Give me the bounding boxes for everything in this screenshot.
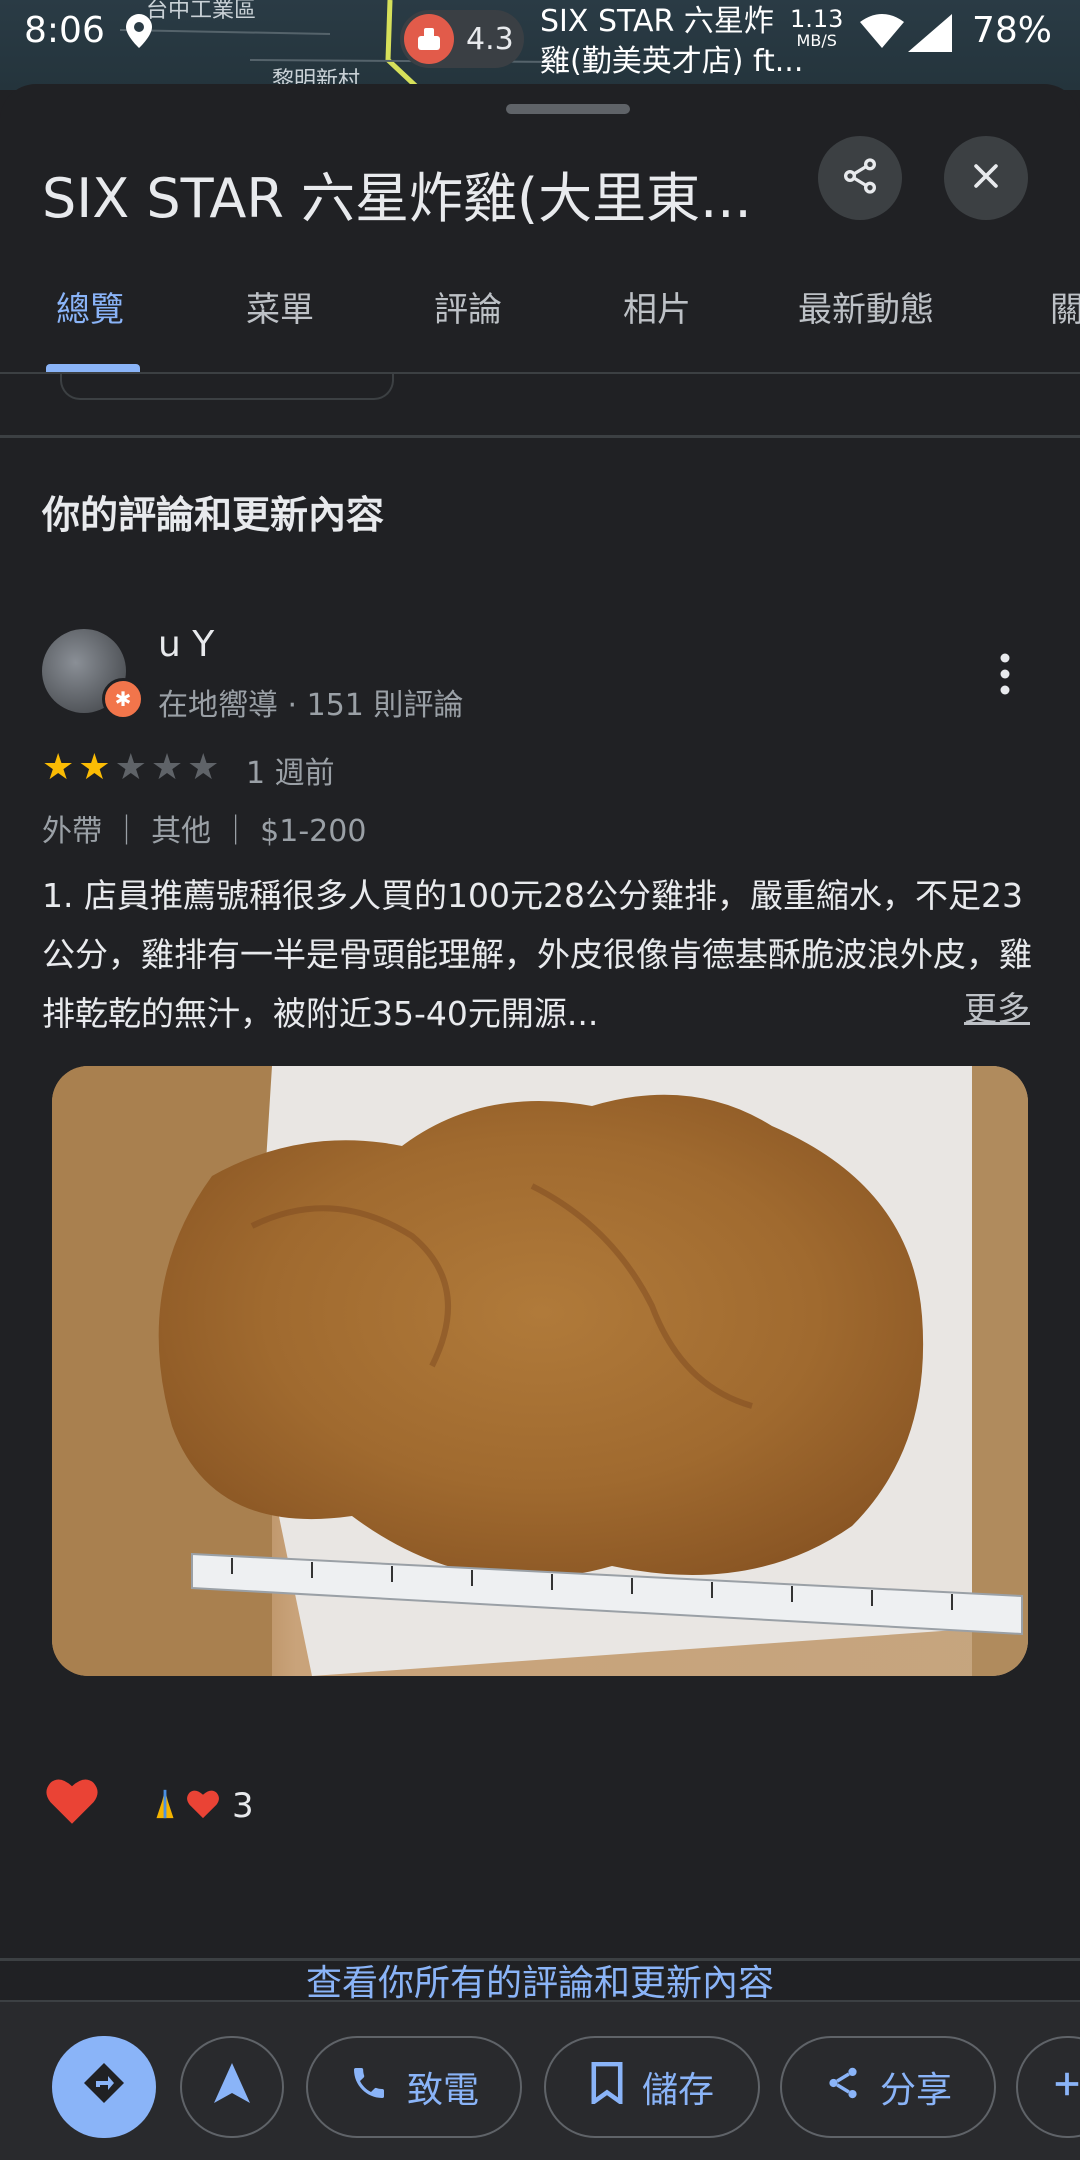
network-speed-unit: MB/S: [796, 31, 837, 50]
call-button[interactable]: 致電: [306, 2036, 522, 2138]
review-tags: 外帶 ｜ 其他 ｜ $1-200: [42, 814, 367, 849]
plus-icon: [1052, 2067, 1080, 2108]
section-divider: [0, 435, 1080, 438]
star-filled-icon: ★: [42, 747, 75, 788]
network-speed-value: 1.13: [790, 5, 844, 33]
status-bar: 台中工業區 黎明新村 8:06 4.3 SIX STAR 六星炸 雞(勤美英才店…: [0, 0, 1080, 93]
signal-icon: [908, 14, 952, 56]
tab-overview[interactable]: 總覽: [56, 282, 124, 331]
save-label: 儲存: [641, 2070, 714, 2111]
heart-reaction-button[interactable]: [44, 1776, 100, 1830]
more-actions-button[interactable]: [1016, 2036, 1080, 2138]
place-rating-chip[interactable]: 4.3: [400, 10, 524, 68]
section-title: 你的評論和更新內容: [42, 493, 385, 537]
active-tab-indicator: [46, 364, 140, 372]
status-place-line1: SIX STAR 六星炸: [540, 4, 774, 39]
close-button[interactable]: [944, 136, 1028, 220]
divider: [0, 1958, 1080, 1961]
more-options-icon[interactable]: [990, 649, 1020, 699]
tab-about[interactable]: 關: [1050, 282, 1080, 331]
star-empty-icon: ★: [187, 747, 220, 788]
call-label: 致電: [406, 2070, 479, 2111]
status-place-line2: 雞(勤美英才店) ft...: [540, 44, 804, 79]
star-empty-icon: ★: [114, 747, 147, 788]
directions-button[interactable]: [52, 2036, 156, 2138]
review-photo[interactable]: [52, 1066, 1028, 1676]
battery-level: 78%: [972, 10, 1053, 51]
save-button[interactable]: 儲存: [544, 2036, 760, 2138]
share-icon: [840, 156, 880, 200]
share-place-button[interactable]: 分享: [780, 2036, 996, 2138]
see-all-reviews-link[interactable]: 查看你所有的評論和更新內容: [0, 1954, 1080, 2006]
star-rating: ★ ★ ★ ★ ★: [42, 750, 219, 786]
start-navigation-button[interactable]: [180, 2036, 284, 2138]
bookmark-icon: [590, 2061, 624, 2113]
reactions-summary[interactable]: 3: [148, 1786, 254, 1826]
status-place-name: SIX STAR 六星炸 雞(勤美英才店) ft...: [540, 2, 820, 82]
hidden-chip: [60, 372, 394, 400]
share-icon: [824, 2064, 862, 2111]
review-text: 1. 店員推薦號稱很多人買的100元28公分雞排，嚴重縮水，不足23公分，雞排有…: [42, 876, 1032, 1033]
star-empty-icon: ★: [150, 747, 184, 788]
tab-reviews[interactable]: 評論: [434, 282, 502, 331]
navigation-arrow-icon: [212, 2061, 252, 2114]
heart-icon: [186, 1788, 220, 1824]
location-pin-icon: [126, 14, 152, 52]
fried-chicken-image: [52, 1066, 1028, 1676]
reaction-count: 3: [232, 1786, 254, 1826]
page-title: SIX STAR 六星炸雞(大里東...: [42, 167, 752, 230]
local-guide-badge-icon: ✱: [102, 678, 144, 720]
share-label: 分享: [879, 2070, 952, 2111]
place-rating: 4.3: [466, 21, 514, 57]
tab-photos[interactable]: 相片: [623, 282, 691, 331]
pray-icon: [148, 1787, 182, 1825]
tab-menu[interactable]: 菜單: [246, 282, 314, 331]
action-bar: 致電 儲存 分享: [0, 2002, 1080, 2160]
review-author-meta: 在地嚮導 · 151 則評論: [158, 688, 464, 723]
review-author[interactable]: u Y: [158, 624, 214, 665]
more-link[interactable]: 更多: [964, 982, 1030, 1030]
map-label: 台中工業區: [146, 0, 257, 23]
review-time: 1 週前: [246, 756, 335, 791]
close-icon: [969, 159, 1003, 197]
wifi-icon: [860, 14, 904, 54]
drag-handle[interactable]: [506, 104, 630, 114]
place-sheet: SIX STAR 六星炸雞(大里東... 總覽 菜單 評論 相片 最新動態 關 …: [0, 84, 1080, 2160]
share-button[interactable]: [818, 136, 902, 220]
restaurant-icon: [404, 14, 454, 64]
status-time: 8:06: [24, 10, 105, 51]
star-filled-icon: ★: [78, 747, 111, 788]
network-speed: 1.13 MB/S: [790, 5, 844, 52]
directions-icon: [80, 2059, 128, 2116]
tab-updates[interactable]: 最新動態: [798, 282, 934, 331]
phone-icon: [349, 2063, 389, 2112]
